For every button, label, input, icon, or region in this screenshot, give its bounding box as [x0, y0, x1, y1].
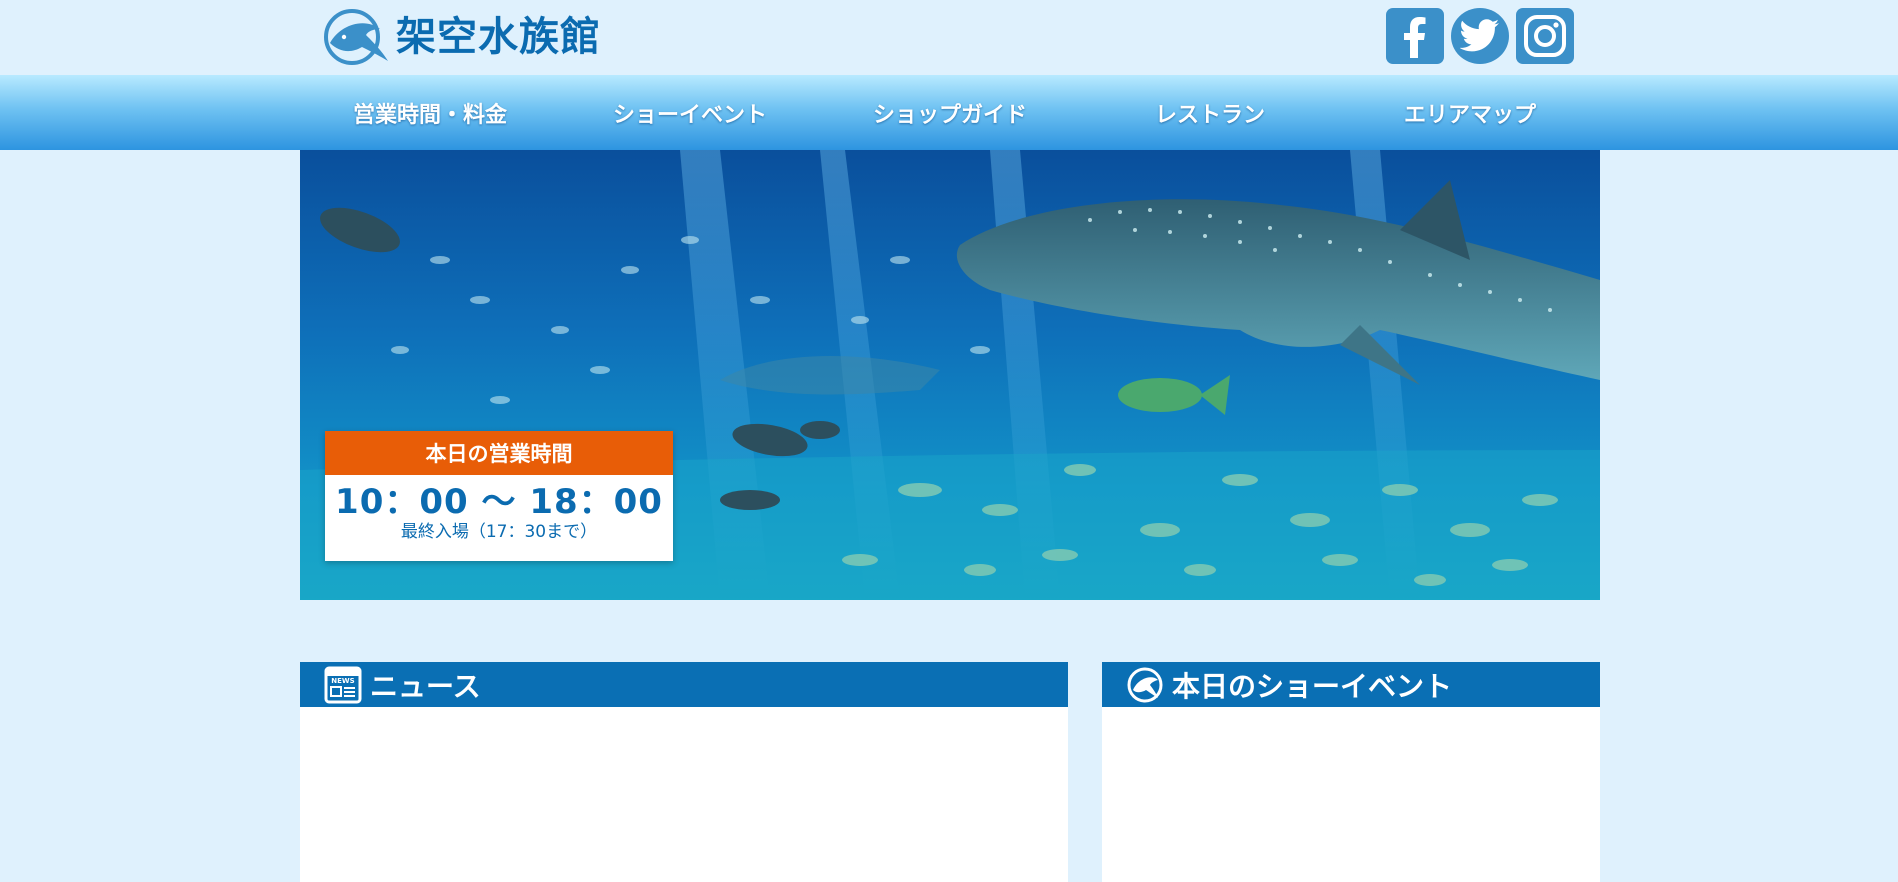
instagram-icon[interactable] — [1516, 8, 1574, 64]
news-panel-header: NEWS ニュース — [300, 662, 1068, 707]
nav-item-show-events[interactable]: ショーイベント — [560, 75, 820, 150]
nav-item-area-map[interactable]: エリアマップ — [1340, 75, 1600, 150]
todays-shows-header: 本日のショーイベント — [1102, 662, 1600, 707]
dolphin-circle-icon — [1127, 667, 1163, 702]
dolphin-icon — [324, 9, 388, 65]
logo-text: 架空水族館 — [396, 14, 601, 60]
nav-item-restaurant[interactable]: レストラン — [1080, 75, 1340, 150]
facebook-icon[interactable] — [1386, 8, 1444, 64]
nav-item-hours-prices[interactable]: 営業時間・料金 — [300, 75, 560, 150]
last-entry-note: 最終入場（17：30まで） — [400, 522, 598, 542]
hero-image: 本日の営業時間 10：00 〜 18：00 最終入場（17：30まで） — [300, 150, 1600, 600]
news-panel: NEWS ニュース — [300, 662, 1068, 882]
todays-shows-panel: 本日のショーイベント — [1102, 662, 1600, 882]
news-icon: NEWS — [324, 666, 362, 703]
global-nav: 営業時間・料金 ショーイベント ショップガイド レストラン エリアマップ — [0, 75, 1898, 150]
twitter-icon[interactable] — [1451, 8, 1509, 64]
todays-shows-title: 本日のショーイベント — [1172, 669, 1453, 703]
svg-text:NEWS: NEWS — [331, 677, 354, 685]
todays-hours-title: 本日の営業時間 — [325, 431, 673, 475]
site-logo[interactable]: 架空水族館 — [322, 7, 601, 67]
todays-hours-card: 本日の営業時間 10：00 〜 18：00 最終入場（17：30まで） — [325, 431, 673, 561]
social-links — [1386, 8, 1574, 64]
nav-item-shop-guide[interactable]: ショップガイド — [820, 75, 1080, 150]
todays-hours-time: 10：00 〜 18：00 — [335, 482, 663, 522]
site-header: 架空水族館 — [0, 0, 1898, 75]
news-title: ニュース — [370, 669, 481, 703]
